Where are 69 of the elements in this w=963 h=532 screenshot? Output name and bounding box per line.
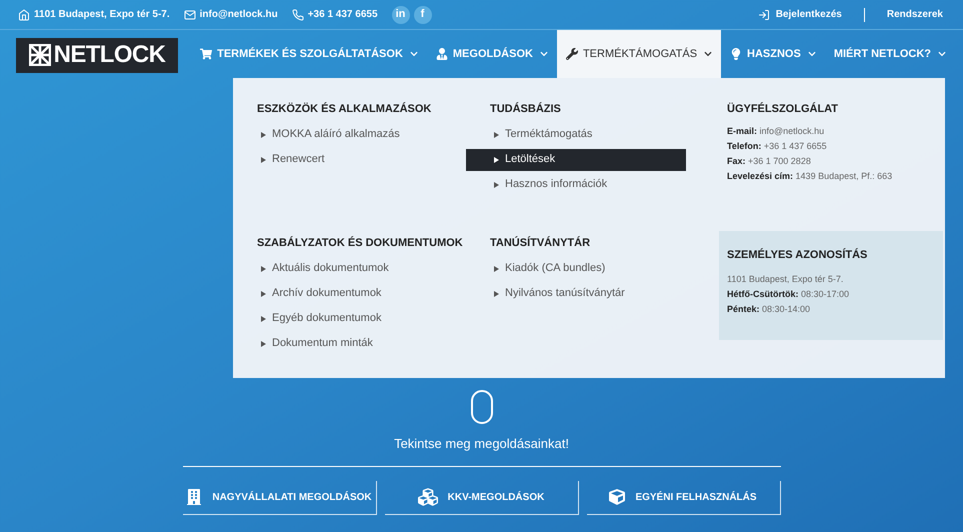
menu-link[interactable]: Archív dokumentumok — [233, 282, 453, 304]
section-heading: SZABÁLYZATOK ÉS DOKUMENTUMOK — [257, 235, 464, 251]
support-info-text: Levelezési cím: 1439 Budapest, Pf.: 663 — [727, 170, 894, 183]
nav-tab[interactable]: TERMÉKEK ÉS SZOLGÁLTATÁSOK — [191, 30, 427, 78]
menu-link[interactable]: Renewcert — [233, 148, 453, 170]
login-icon — [758, 8, 770, 20]
chevron-down-icon — [938, 50, 946, 58]
solution-button[interactable]: NAGYVÁLLALATI MEGOLDÁSOK — [182, 480, 376, 514]
logo[interactable]: NETLOCK — [16, 38, 178, 72]
nav-tab[interactable]: MIÉRT NETLOCK? — [824, 30, 955, 78]
section-heading: TUDÁSBÁZIS — [490, 101, 562, 117]
logo-text: NETLOCK — [54, 40, 166, 70]
chevron-down-icon — [410, 50, 418, 58]
triangle-icon — [261, 132, 266, 138]
chevron-down-icon — [540, 50, 548, 58]
home-icon — [18, 8, 30, 20]
menu-link[interactable]: Egyéb dokumentumok — [233, 308, 453, 330]
nav-tab[interactable]: HASZNOS — [721, 30, 825, 78]
identity-heading: SZEMÉLYES AZONOSÍTÁS — [727, 247, 868, 262]
triangle-icon — [494, 266, 499, 272]
cube-icon — [609, 489, 626, 505]
identity-info-text: Péntek: 08:30-14:00 — [727, 303, 812, 316]
identity-info-text: Hétfő-Csütörtök: 08:30-17:00 — [727, 288, 850, 301]
mail-icon — [184, 8, 196, 20]
triangle-icon — [494, 156, 499, 162]
triangle-icon — [494, 132, 499, 138]
triangle-icon — [261, 316, 266, 322]
support-heading: ÜGYFÉLSZOLGÁLAT — [727, 101, 840, 117]
menu-link[interactable]: Letöltések — [466, 148, 686, 170]
solution-button[interactable]: EGYÉNI FELHASZNÁLÁS — [586, 480, 780, 514]
scroll-mouse-icon — [470, 390, 492, 424]
section-heading: TANÚSÍTVÁNYTÁR — [490, 235, 592, 251]
support-info-text: Telefon: +36 1 437 6655 — [727, 140, 828, 152]
triangle-icon — [494, 290, 499, 296]
wrench-icon — [566, 48, 578, 60]
cubes-icon — [418, 487, 438, 507]
support-info-text: Fax: +36 1 700 2828 — [727, 154, 812, 168]
triangle-icon — [494, 182, 499, 188]
phone-icon — [292, 8, 304, 20]
login-link[interactable]: Bejelentkezés — [776, 7, 842, 22]
identity-info-text: 1101 Budapest, Expo tér 5-7. — [727, 273, 844, 286]
phone-text: +36 1 437 6655 — [308, 8, 378, 22]
chevron-down-icon — [704, 50, 712, 58]
menu-link[interactable]: Aktuális dokumentumok — [233, 258, 453, 280]
triangle-icon — [261, 340, 266, 346]
menu-link[interactable]: MOKKA aláíró alkalmazás — [233, 124, 453, 146]
logo-mark-icon — [28, 44, 51, 66]
address-text: 1101 Budapest, Expo tér 5-7. — [34, 8, 170, 22]
menu-link[interactable]: Kiadók (CA bundles) — [466, 258, 686, 280]
menu-link[interactable]: Dokumentum minták — [233, 332, 453, 354]
cart-icon — [200, 48, 212, 60]
menu-link[interactable]: Nyilvános tanúsítványtár — [466, 282, 686, 304]
support-info-text: E-mail: info@netlock.hu — [727, 124, 826, 138]
person-icon — [436, 48, 448, 60]
solution-button[interactable]: KKV-MEGOLDÁSOK — [384, 480, 578, 514]
triangle-icon — [261, 290, 266, 296]
lightbulb-icon — [730, 48, 742, 60]
menu-link[interactable]: Terméktámogatás — [466, 124, 686, 146]
chevron-down-icon — [808, 50, 816, 58]
nav-tab[interactable]: MEGOLDÁSOK — [426, 30, 557, 78]
email-link[interactable]: info@netlock.hu — [200, 7, 278, 22]
menu-link[interactable]: Hasznos információk — [466, 174, 686, 196]
systems-link[interactable]: Rendszerek — [886, 7, 943, 22]
nav-tab[interactable]: TERMÉKTÁMOGATÁS — [556, 30, 722, 78]
triangle-icon — [261, 266, 266, 272]
section-heading: ESZKÖZÖK ÉS ALKALMAZÁSOK — [257, 101, 432, 117]
building-icon — [186, 489, 202, 505]
cta-text: Tekintse meg megoldásainkat! — [394, 435, 569, 453]
triangle-icon — [261, 156, 266, 162]
